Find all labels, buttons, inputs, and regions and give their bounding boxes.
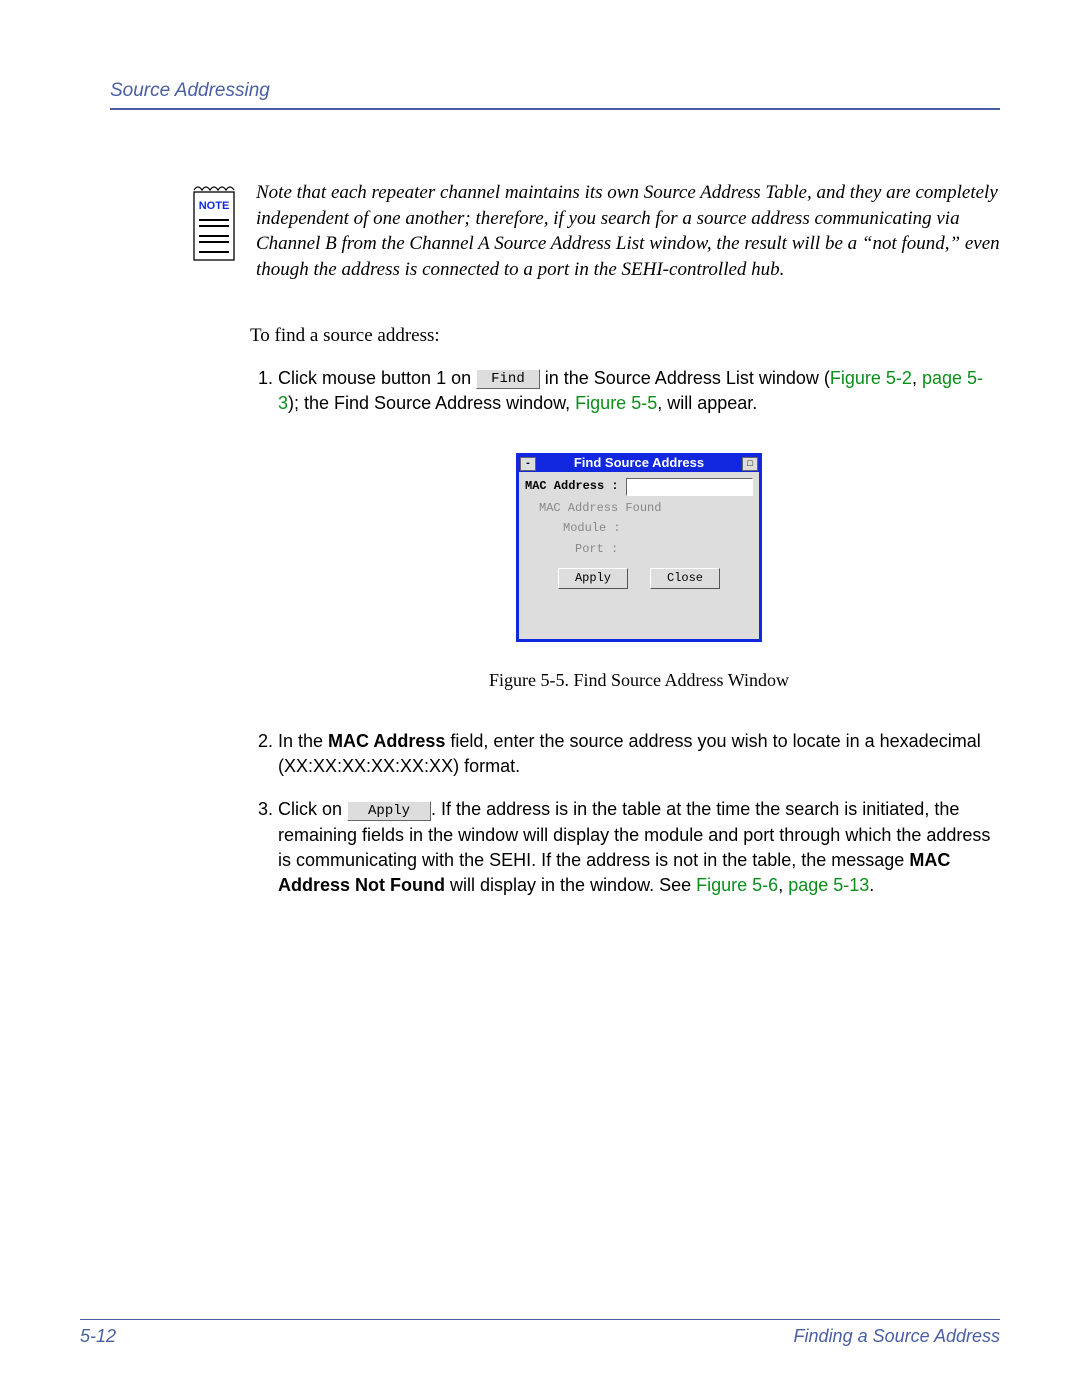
step3-sep: , — [778, 875, 788, 895]
resize-icon[interactable]: □ — [742, 457, 758, 471]
step2-pre: In the — [278, 731, 328, 751]
xref-page-5-13[interactable]: page 5-13 — [788, 875, 869, 895]
step1-post3: , will appear. — [657, 393, 757, 413]
xref-figure-5-2[interactable]: Figure 5-2 — [830, 368, 912, 388]
mac-address-field[interactable] — [626, 478, 753, 496]
find-button[interactable]: Find — [476, 369, 540, 389]
xref-figure-5-6[interactable]: Figure 5-6 — [696, 875, 778, 895]
note-text: Note that each repeater channel maintain… — [256, 180, 1000, 283]
apply-inline-button[interactable]: Apply — [347, 801, 431, 821]
page-number: 5-12 — [80, 1326, 116, 1347]
intro-text: To find a source address: — [250, 323, 1000, 349]
note-block: NOTE Note that each repeater channel mai… — [190, 180, 1000, 283]
figure-5-5: - Find Source Address □ MAC Address : MA… — [278, 453, 1000, 693]
module-label: Module : — [563, 520, 621, 537]
running-header: Source Addressing — [110, 80, 1000, 110]
step3-post2: will display in the window. See — [445, 875, 696, 895]
step1-post1: in the Source Address List window ( — [545, 368, 830, 388]
apply-button[interactable]: Apply — [558, 568, 628, 589]
page-footer: 5-12 Finding a Source Address — [80, 1319, 1000, 1347]
system-menu-icon[interactable]: - — [520, 457, 536, 471]
step1-post2: ); the Find Source Address window, — [288, 393, 575, 413]
mac-address-label: MAC Address : — [525, 478, 626, 495]
port-label: Port : — [575, 541, 618, 558]
step-3: Click on Apply. If the address is in the… — [278, 797, 1000, 898]
xref-figure-5-5[interactable]: Figure 5-5 — [575, 393, 657, 413]
step1-sep: , — [912, 368, 922, 388]
step-2: In the MAC Address field, enter the sour… — [278, 729, 1000, 779]
figure-caption: Figure 5-5. Find Source Address Window — [489, 668, 789, 693]
dialog-body: MAC Address : MAC Address Found Module :… — [519, 472, 759, 591]
content-area: NOTE Note that each repeater channel mai… — [190, 180, 1000, 898]
mac-found-label: MAC Address Found — [539, 500, 661, 517]
section-title: Source Addressing — [110, 80, 1000, 108]
dialog-title-text: Find Source Address — [574, 454, 704, 472]
find-source-address-window: - Find Source Address □ MAC Address : MA… — [516, 453, 762, 642]
close-button[interactable]: Close — [650, 568, 720, 589]
header-rule — [110, 108, 1000, 110]
footer-topic: Finding a Source Address — [794, 1326, 1000, 1347]
step2-bold: MAC Address — [328, 731, 445, 751]
step-list: Click mouse button 1 on Find in the Sour… — [250, 366, 1000, 898]
step-1: Click mouse button 1 on Find in the Sour… — [278, 366, 1000, 693]
dialog-titlebar: - Find Source Address □ — [519, 456, 759, 472]
svg-text:NOTE: NOTE — [199, 200, 230, 212]
document-page: Source Addressing NOTE Note that each re… — [0, 0, 1080, 1397]
step1-pre: Click mouse button 1 on — [278, 368, 476, 388]
step3-post3: . — [869, 875, 874, 895]
note-icon: NOTE — [190, 180, 238, 262]
step3-pre: Click on — [278, 799, 347, 819]
